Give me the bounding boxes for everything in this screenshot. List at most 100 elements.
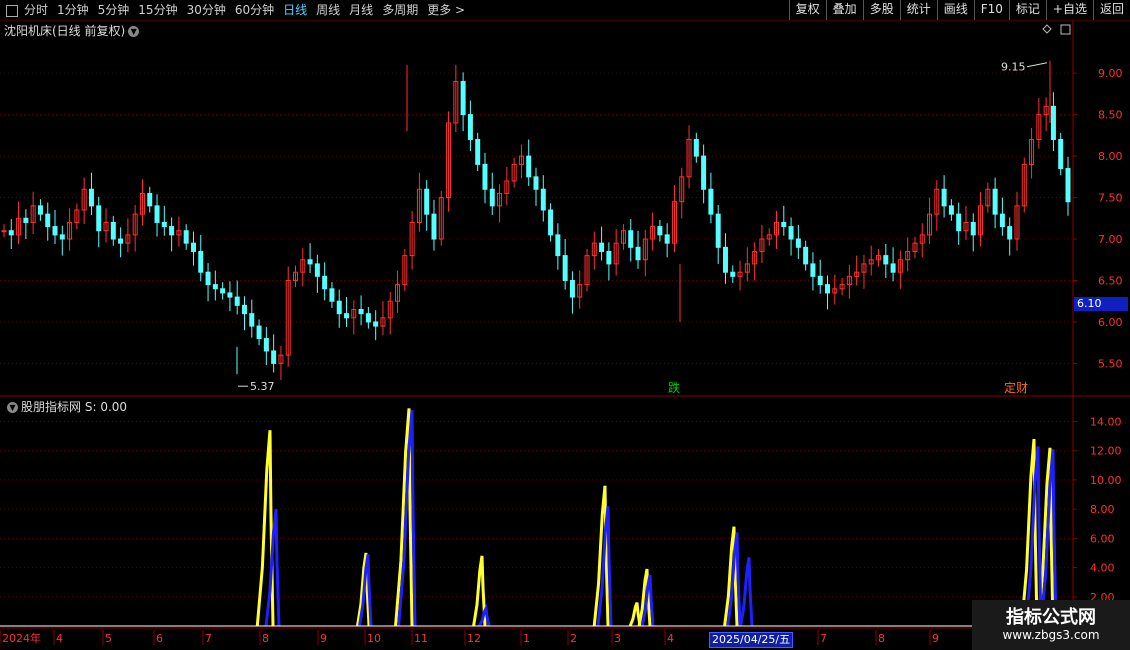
dropdown-icon[interactable]: ▼	[128, 26, 140, 37]
marker-drop[interactable]: 跌	[667, 381, 681, 395]
time-tick-label: 4	[56, 632, 63, 645]
toolbar-button-8[interactable]: 返回	[1092, 0, 1130, 20]
time-tick-label: 8	[262, 632, 269, 645]
candle-body	[999, 213, 1005, 228]
sub-title-text: 股朋指标网	[21, 400, 82, 414]
candle-body	[249, 313, 255, 327]
time-tick-label: 4	[667, 632, 674, 645]
candle-body	[344, 313, 350, 319]
candle-body	[788, 226, 794, 240]
candle-body	[212, 284, 218, 290]
candle-body	[956, 213, 962, 232]
price-tick-label: 7.00	[1098, 233, 1123, 246]
candle-body	[227, 292, 233, 298]
candle-body	[358, 309, 364, 315]
toolbar-button-2[interactable]: 多股	[862, 0, 900, 20]
panel-toggle-icon	[1060, 24, 1071, 35]
candle-body	[941, 188, 947, 207]
candle-body	[198, 250, 204, 273]
candle-body	[562, 255, 568, 281]
candle-body	[256, 325, 262, 340]
period-tab-5[interactable]: 60分钟	[235, 1, 274, 19]
toolbar-button-3[interactable]: 统计	[899, 0, 937, 20]
candle-body	[307, 259, 313, 265]
time-tick-label: 8	[878, 632, 885, 645]
candle-body	[810, 263, 816, 277]
period-toolbar: 分时 1分钟 5分钟 15分钟 30分钟 60分钟 日线 周线 月线 多周期 更多 > 复权 叠加 多股…	[0, 0, 1130, 21]
time-tick-label: 6	[156, 632, 163, 645]
period-tab-10[interactable]: 更多 >	[427, 1, 465, 19]
candle-body	[781, 221, 787, 228]
candle-body	[161, 221, 167, 228]
period-tab-0[interactable]: 分时	[24, 1, 48, 19]
candle-body	[948, 205, 954, 215]
candle-body	[569, 279, 575, 298]
candle-body	[1065, 168, 1071, 203]
candle-body	[708, 188, 714, 215]
indicator-tick-label: 6.00	[1090, 532, 1115, 545]
period-tab-3[interactable]: 15分钟	[138, 1, 177, 19]
toolbar-button-4[interactable]: 画线	[936, 0, 974, 20]
time-tick-label: 9	[320, 632, 327, 645]
candle-body	[314, 263, 320, 277]
candle-body	[431, 213, 437, 240]
indicator-spike-s1	[739, 557, 754, 627]
current-price-tag: 6.10	[1074, 297, 1128, 311]
candle-body	[263, 338, 269, 352]
window-icon[interactable]	[6, 5, 18, 17]
period-tab-9[interactable]: 多周期	[382, 1, 418, 19]
candle-body	[336, 300, 342, 315]
period-tab-6[interactable]: 日线	[283, 1, 307, 19]
indicator-tick-label: 10.00	[1090, 474, 1122, 487]
time-tick-label: 2024年	[2, 631, 41, 645]
candle-body	[205, 271, 211, 286]
candle-body	[322, 275, 328, 290]
candle-body	[183, 230, 189, 244]
period-tab-1[interactable]: 1分钟	[57, 1, 89, 19]
toolbar-button-6[interactable]: 标记	[1008, 0, 1046, 20]
period-tab-8[interactable]: 月线	[349, 1, 373, 19]
indicator-tick-label: 8.00	[1090, 503, 1115, 516]
candle-body	[329, 288, 335, 302]
sub-value-label: S: 0.00	[84, 400, 128, 414]
time-tick-label: 12	[467, 632, 481, 645]
high-arrow	[1026, 62, 1048, 68]
candle-body	[657, 226, 663, 236]
candle-body	[722, 246, 728, 273]
time-tick-label: 11	[414, 632, 428, 645]
candle-body	[803, 246, 809, 265]
toolbar-button-7[interactable]: +自选	[1045, 0, 1093, 20]
period-tab-7[interactable]: 周线	[316, 1, 340, 19]
watermark-title: 指标公式网	[1006, 607, 1096, 628]
period-tab-2[interactable]: 5分钟	[98, 1, 130, 19]
period-tabs: 分时 1分钟 5分钟 15分钟 30分钟 60分钟 日线 周线 月线 多周期 更多 >	[2, 1, 474, 19]
toolbar-button-0[interactable]: 复权	[788, 0, 826, 20]
candle-body	[1007, 226, 1013, 240]
candle-body	[817, 275, 823, 286]
candle-body	[460, 80, 466, 116]
price-tick-label: 7.50	[1098, 192, 1123, 205]
main-title-text: 沈阳机床(日线 前复权)	[4, 24, 126, 38]
indicator-tick-label: 14.00	[1090, 416, 1122, 429]
collapse-icon[interactable]: ▼	[7, 402, 18, 413]
candle-body	[88, 188, 94, 207]
candle-body	[1050, 105, 1056, 141]
period-tab-4[interactable]: 30分钟	[187, 1, 226, 19]
candle-body	[548, 209, 554, 236]
toolbar-button-5[interactable]: F10	[973, 0, 1009, 20]
candle-body	[825, 284, 831, 294]
marker-finance[interactable]: 定财	[1003, 381, 1029, 395]
candle-body	[190, 242, 196, 252]
candle-body	[606, 250, 612, 265]
main-panel-title: 沈阳机床(日线 前复权) ▼	[4, 22, 142, 39]
time-tick-label: 1	[523, 632, 530, 645]
candle-body	[599, 242, 605, 252]
candle-body	[635, 246, 641, 261]
candle-body	[482, 163, 488, 190]
chart-canvas[interactable]: 5.50 6.00 6.50 7.00 7.50 8.00 8.50 9.00 9.15 5.37…	[0, 20, 1130, 650]
toolbar-button-1[interactable]: 叠加	[825, 0, 863, 20]
candle-body	[664, 234, 670, 244]
price-tick-label: 8.50	[1098, 109, 1123, 122]
time-tick-label: 9	[932, 632, 939, 645]
candle-body	[540, 188, 546, 211]
